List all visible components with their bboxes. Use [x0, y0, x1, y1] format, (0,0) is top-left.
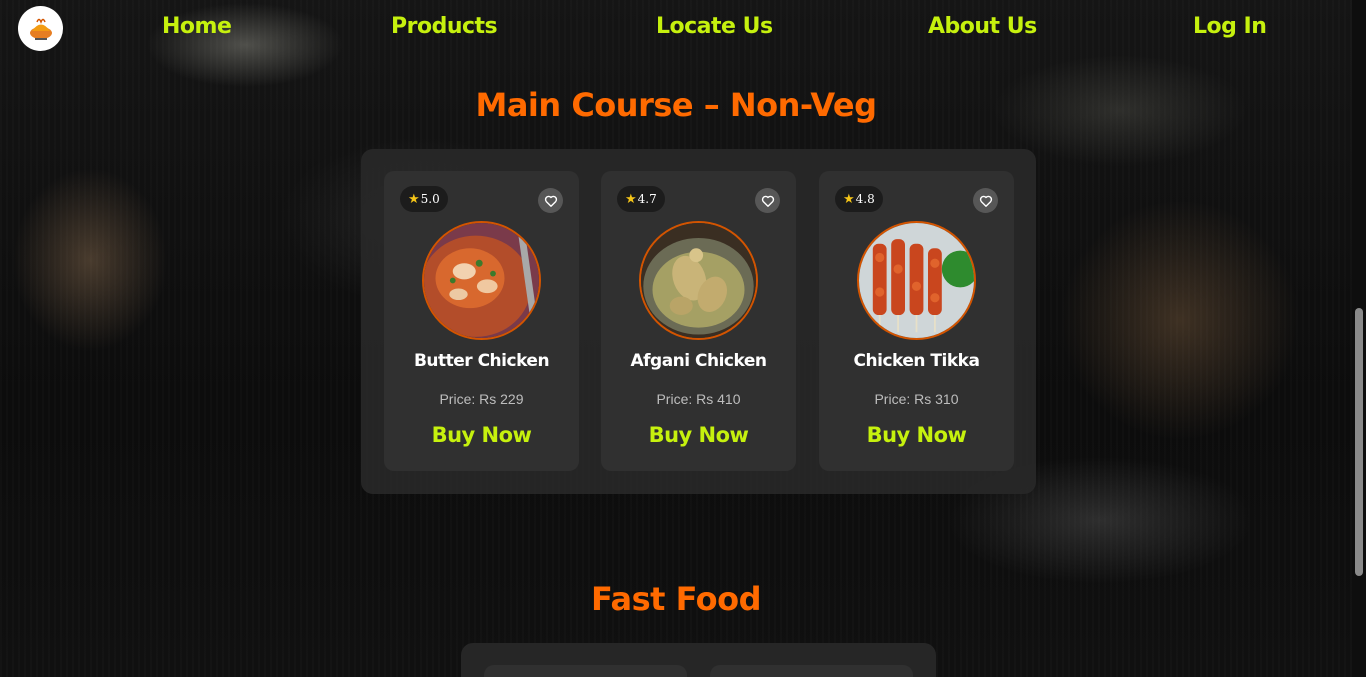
navbar: Home Products Locate Us About Us Log In: [0, 0, 1366, 58]
product-card: ★ 5.0 Butter Chicken Price: Rs 229 Buy N…: [384, 171, 579, 471]
dish-price: Price: Rs 410: [656, 391, 741, 407]
product-card: [710, 665, 913, 677]
product-panel-fast-food: [461, 643, 936, 677]
scrollbar[interactable]: [1352, 0, 1366, 677]
rating-value: 5.0: [420, 192, 440, 206]
dish-image: [639, 221, 758, 340]
section-title-fast-food: Fast Food: [591, 580, 762, 618]
nav-locate-us[interactable]: Locate Us: [656, 14, 773, 39]
product-card: [484, 665, 687, 677]
product-panel-main-course: ★ 5.0 Butter Chicken Price: Rs 229 Buy N…: [361, 149, 1036, 494]
dish-price: Price: Rs 310: [874, 391, 959, 407]
heart-icon: [979, 195, 992, 207]
dish-name: Butter Chicken: [413, 351, 550, 371]
star-icon: ★: [408, 191, 420, 207]
product-card: ★ 4.8 Chicken Tikka Price: Rs 310 Buy No…: [819, 171, 1014, 471]
buy-now-button[interactable]: Buy Now: [384, 423, 579, 447]
rating-badge: ★ 5.0: [400, 186, 448, 212]
rating-badge: ★ 4.7: [617, 186, 665, 212]
rating-badge: ★ 4.8: [835, 186, 883, 212]
favorite-button[interactable]: [538, 188, 563, 213]
star-icon: ★: [625, 191, 637, 207]
favorite-button[interactable]: [755, 188, 780, 213]
star-icon: ★: [843, 191, 855, 207]
rating-value: 4.7: [637, 192, 657, 206]
dish-name: Afgani Chicken: [630, 351, 767, 371]
dish-name: Chicken Tikka: [853, 351, 980, 371]
nav-products[interactable]: Products: [391, 14, 498, 39]
dish-image: [857, 221, 976, 340]
scrollbar-thumb[interactable]: [1355, 308, 1363, 576]
dish-price: Price: Rs 229: [439, 391, 524, 407]
logo[interactable]: [18, 6, 63, 51]
section-title-main-course: Main Course – Non-Veg: [475, 86, 877, 124]
dish-image: [422, 221, 541, 340]
heart-icon: [761, 195, 774, 207]
nav-log-in[interactable]: Log In: [1193, 14, 1267, 39]
buy-now-button[interactable]: Buy Now: [601, 423, 796, 447]
favorite-button[interactable]: [973, 188, 998, 213]
logo-icon: [29, 18, 52, 40]
heart-icon: [544, 195, 557, 207]
nav-about-us[interactable]: About Us: [928, 14, 1037, 39]
product-card: ★ 4.7 Afgani Chicken Price: Rs 410 Buy N…: [601, 171, 796, 471]
rating-value: 4.8: [855, 192, 875, 206]
buy-now-button[interactable]: Buy Now: [819, 423, 1014, 447]
nav-home[interactable]: Home: [162, 14, 232, 39]
